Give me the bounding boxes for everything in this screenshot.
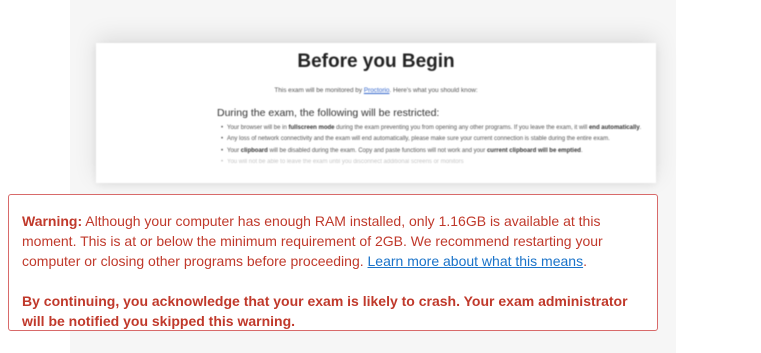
- intro-text: This exam will be monitored by: [274, 87, 364, 94]
- restrictions-heading: During the exam, the following will be r…: [217, 107, 440, 119]
- restrictions-list: Your browser will be in fullscreen mode …: [221, 124, 643, 170]
- exam-instructions-preview: Before you Begin This exam will be monit…: [96, 43, 656, 183]
- warning-message: Warning: Although your computer has enou…: [22, 211, 643, 271]
- list-item: You will not be able to leave the exam u…: [221, 158, 643, 167]
- acknowledgement-text: By continuing, you acknowledge that your…: [22, 293, 628, 329]
- preview-title: Before you Begin: [297, 51, 455, 72]
- intro-text-end: . Here's what you should know:: [389, 87, 478, 94]
- learn-more-link[interactable]: Learn more about what this means: [368, 253, 584, 269]
- warning-period: .: [583, 253, 587, 269]
- preview-intro: This exam will be monitored by Proctorio…: [96, 87, 656, 94]
- ram-warning-box: Warning: Although your computer has enou…: [8, 194, 658, 331]
- warning-label: Warning:: [22, 213, 83, 229]
- list-item: Your clipboard will be disabled during t…: [221, 147, 643, 156]
- proctorio-link[interactable]: Proctorio: [364, 87, 390, 94]
- list-item: Your browser will be in fullscreen mode …: [221, 124, 643, 133]
- list-item: Any loss of network connectivity and the…: [221, 135, 643, 144]
